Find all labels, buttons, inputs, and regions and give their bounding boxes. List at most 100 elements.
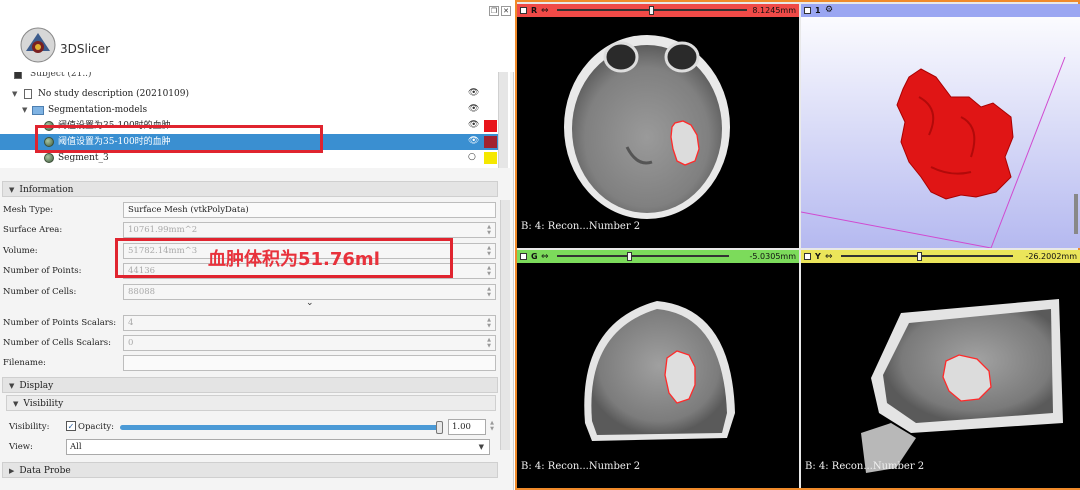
filename-label: Filename: bbox=[3, 358, 46, 368]
pin-icon[interactable] bbox=[520, 7, 527, 14]
cell-scalars-value: 0 bbox=[128, 338, 134, 348]
opacity-row: Visibility: ✓ Opacity: 1.00 ▲ ▼ bbox=[0, 418, 500, 436]
spin-arrows-icon[interactable]: ▲ ▼ bbox=[485, 224, 493, 236]
eye-icon[interactable]: 👁 bbox=[468, 104, 479, 114]
study-icon bbox=[24, 89, 32, 99]
green-view-label: B: 4: Recon...Number 2 bbox=[521, 461, 641, 472]
color-swatch[interactable] bbox=[484, 136, 497, 148]
panel-scrollbar[interactable] bbox=[500, 200, 510, 450]
close-icon[interactable]: ✕ bbox=[501, 6, 511, 16]
volume-annotation: 血肿体积为51.76ml bbox=[208, 249, 380, 270]
collapse-arrow-icon: ▼ bbox=[13, 400, 19, 408]
three-d-view-letter: 1 bbox=[815, 6, 821, 15]
filename-field[interactable] bbox=[123, 355, 496, 371]
visibility-label: Visibility: bbox=[9, 422, 50, 432]
spin-arrows-icon[interactable]: ▲ ▼ bbox=[485, 265, 493, 277]
green-view-letter: G bbox=[531, 252, 538, 261]
spin-arrows-icon[interactable]: ▲ ▼ bbox=[485, 317, 493, 329]
collapse-arrow-icon: ▼ bbox=[9, 382, 15, 390]
tree-subject-label: Subject (21..) bbox=[30, 72, 92, 79]
tree-row-study[interactable]: ▼ No study description (20210109) 👁 bbox=[0, 86, 500, 102]
eye-icon[interactable]: 👁 bbox=[468, 88, 479, 98]
tree-row-subject[interactable]: Subject (21..) bbox=[0, 72, 500, 82]
eye-closed-icon[interactable]: ○ bbox=[468, 152, 478, 162]
eye-icon[interactable]: 👁 bbox=[468, 136, 479, 146]
yellow-view-letter: Y bbox=[815, 252, 821, 261]
slicer-logo-icon bbox=[20, 27, 56, 63]
opacity-slider-track[interactable] bbox=[120, 425, 440, 430]
red-offset-value: 8.1245mm bbox=[752, 6, 796, 15]
yellow-slice-controller: Y ⇔ -26.2002mm bbox=[801, 250, 1080, 263]
tree-folder-label: Segmentation-models bbox=[48, 105, 148, 115]
collapse-arrow-icon[interactable]: ▼ bbox=[12, 86, 17, 102]
cell-scalars-field[interactable]: 0 ▲ ▼ bbox=[123, 335, 496, 351]
subject-icon bbox=[14, 72, 22, 79]
view-label: View: bbox=[9, 442, 33, 452]
mesh-type-field[interactable]: Surface Mesh (vtkPolyData) bbox=[123, 202, 496, 218]
tree-row-folder[interactable]: ▼ Segmentation-models 👁 bbox=[0, 102, 500, 118]
coronal-ct-image bbox=[584, 301, 735, 441]
collapse-arrow-icon: ▼ bbox=[9, 186, 15, 194]
three-d-controller: 1 ⚙ bbox=[801, 4, 1080, 17]
pin-icon[interactable] bbox=[804, 7, 811, 14]
spin-arrows-icon[interactable]: ▲ ▼ bbox=[488, 420, 496, 432]
section-display-label: Display bbox=[19, 381, 54, 391]
float-icon[interactable]: ❐ bbox=[489, 6, 499, 16]
pin-icon[interactable] bbox=[804, 253, 811, 260]
expand-arrow-icon: ▶ bbox=[9, 467, 15, 475]
yellow-view-label: B: 4: Recon...Number 2 bbox=[805, 461, 925, 472]
opacity-label: Opacity: bbox=[78, 422, 115, 432]
color-swatch[interactable] bbox=[484, 120, 497, 132]
folder-icon bbox=[32, 106, 44, 115]
red-slice-view[interactable]: R ⇔ 8.1245mm B: 4: Recon...Number 2 bbox=[517, 4, 799, 248]
tree-scrollbar[interactable] bbox=[498, 72, 508, 168]
point-scalars-value: 4 bbox=[128, 318, 134, 328]
mesh-type-label: Mesh Type: bbox=[3, 205, 54, 215]
red-offset-slider-handle[interactable] bbox=[649, 6, 654, 15]
pin-icon[interactable] bbox=[520, 253, 527, 260]
sagittal-ct-image bbox=[861, 299, 1063, 473]
section-data-probe[interactable]: ▶ Data Probe bbox=[2, 462, 498, 478]
spin-arrows-icon[interactable]: ▲ ▼ bbox=[485, 337, 493, 349]
point-scalars-field[interactable]: 4 ▲ ▼ bbox=[123, 315, 496, 331]
surface-area-value: 10761.99mm^2 bbox=[128, 225, 198, 235]
gear-icon[interactable]: ⚙ bbox=[825, 4, 833, 17]
view-dropdown[interactable]: All ▼ bbox=[66, 439, 490, 455]
view-dropdown-value: All bbox=[70, 442, 82, 452]
yellow-offset-slider-handle[interactable] bbox=[917, 252, 922, 261]
color-swatch[interactable] bbox=[484, 152, 497, 164]
green-offset-slider[interactable] bbox=[557, 255, 729, 257]
eye-icon[interactable]: 👁 bbox=[468, 120, 479, 130]
surface-area-field[interactable]: 10761.99mm^2 ▲ ▼ bbox=[123, 222, 496, 238]
visibility-checkbox[interactable]: ✓ bbox=[66, 421, 76, 431]
subject-hierarchy-tree: Subject (21..) ▼ No study description (2… bbox=[0, 72, 510, 168]
section-information[interactable]: ▼ Information bbox=[2, 181, 498, 197]
collapse-arrow-icon[interactable]: ▼ bbox=[22, 102, 27, 118]
green-slice-controller: G ⇔ -5.0305mm bbox=[517, 250, 799, 263]
three-d-view[interactable]: 1 ⚙ bbox=[801, 4, 1080, 248]
red-view-label: B: 4: Recon...Number 2 bbox=[521, 221, 641, 232]
section-display[interactable]: ▼ Display bbox=[2, 377, 498, 393]
surface-area-label: Surface Area: bbox=[3, 225, 63, 235]
green-slice-view[interactable]: G ⇔ -5.0305mm B: 4: Recon...Number 2 bbox=[517, 250, 799, 488]
model-icon bbox=[44, 153, 54, 163]
expand-more-icon[interactable]: ⌄ bbox=[306, 298, 314, 308]
viewer-layout: R ⇔ 8.1245mm B: 4: Recon...Number 2 1 ⚙ … bbox=[515, 0, 1080, 490]
three-d-scroll-handle[interactable] bbox=[1074, 194, 1078, 234]
spin-arrows-icon[interactable]: ▲ ▼ bbox=[485, 245, 493, 257]
module-panel: 3DSlicer ❐ ✕ Subject (21..) ▼ No study d… bbox=[0, 0, 514, 490]
chevron-down-icon: ▼ bbox=[478, 443, 484, 451]
green-offset-slider-handle[interactable] bbox=[627, 252, 632, 261]
spin-arrows-icon[interactable]: ▲ ▼ bbox=[485, 286, 493, 298]
points-label: Number of Points: bbox=[3, 266, 82, 276]
opacity-spinbox[interactable]: 1.00 bbox=[448, 419, 486, 435]
yellow-slice-view[interactable]: Y ⇔ -26.2002mm B: 4: Recon...Number 2 bbox=[801, 250, 1080, 488]
yellow-offset-slider[interactable] bbox=[841, 255, 1013, 257]
axial-ct-image bbox=[564, 35, 730, 219]
red-slice-controller: R ⇔ 8.1245mm bbox=[517, 4, 799, 17]
section-visibility[interactable]: ▼ Visibility bbox=[6, 395, 496, 411]
three-d-render bbox=[801, 56, 1066, 248]
app-logo-text: 3DSlicer bbox=[60, 42, 111, 56]
section-information-label: Information bbox=[19, 185, 74, 195]
opacity-slider-handle[interactable] bbox=[436, 421, 443, 434]
